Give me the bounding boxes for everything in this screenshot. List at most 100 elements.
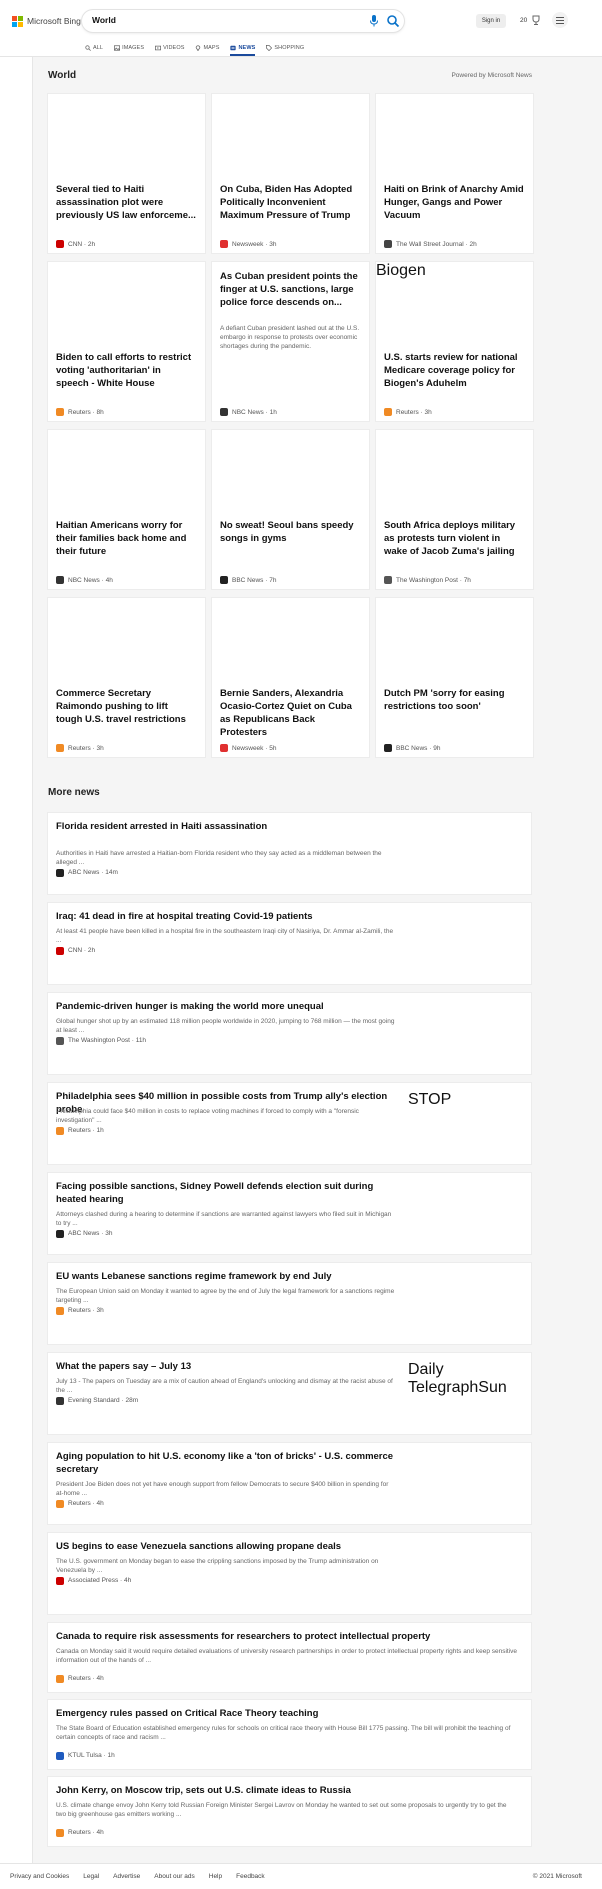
news-card-title[interactable]: Dutch PM 'sorry for easing restrictions … xyxy=(384,687,524,713)
more-news-item[interactable]: John Kerry, on Moscow trip, sets out U.S… xyxy=(48,1777,531,1846)
more-news-source[interactable]: Associated Press · 4h xyxy=(56,1576,131,1585)
more-news-title-text[interactable]: Canada to require risk assessments for r… xyxy=(56,1631,516,1644)
news-card-source[interactable]: Reuters · 3h xyxy=(56,743,104,753)
more-news-image[interactable] xyxy=(408,821,525,886)
footer-link[interactable]: Feedback xyxy=(236,1873,265,1880)
footer-link[interactable]: Privacy and Cookies xyxy=(10,1873,69,1880)
more-news-image[interactable] xyxy=(408,1181,525,1246)
flag-icon[interactable] xyxy=(11,148,22,159)
news-card-title[interactable]: On Cuba, Biden Has Adopted Politically I… xyxy=(220,183,360,222)
news-card-image[interactable] xyxy=(376,430,533,512)
news-card-image[interactable] xyxy=(48,430,205,512)
more-news-image[interactable] xyxy=(408,911,525,976)
more-news-image[interactable] xyxy=(408,1451,525,1516)
more-news-item[interactable]: Aging population to hit U.S. economy lik… xyxy=(48,1443,531,1524)
more-news-source[interactable]: Reuters · 4h xyxy=(56,1828,104,1837)
more-news-title-text[interactable]: Iraq: 41 dead in fire at hospital treati… xyxy=(56,911,396,924)
nav-tab-maps[interactable]: MAPS xyxy=(195,40,219,56)
more-news-item[interactable]: What the papers say – July 13 July 13 - T… xyxy=(48,1353,531,1434)
more-news-title-text[interactable]: Pandemic-driven hunger is making the wor… xyxy=(56,1001,396,1014)
card-icon[interactable] xyxy=(11,344,22,355)
news-card-source[interactable]: Newsweek · 3h xyxy=(220,239,276,249)
news-card[interactable]: Haiti on Brink of Anarchy Amid Hunger, G… xyxy=(376,94,533,253)
news-card-title[interactable]: Haiti on Brink of Anarchy Amid Hunger, G… xyxy=(384,183,524,222)
film-icon[interactable] xyxy=(11,288,22,299)
scale-icon[interactable] xyxy=(11,232,22,243)
news-card-image[interactable] xyxy=(376,94,533,176)
more-news-item[interactable]: Facing possible sanctions, Sidney Powell… xyxy=(48,1173,531,1254)
more-news-image[interactable]: Daily TelegraphSun xyxy=(408,1361,525,1426)
more-news-title-text[interactable]: EU wants Lebanese sanctions regime frame… xyxy=(56,1271,396,1284)
news-card-title[interactable]: U.S. starts review for national Medicare… xyxy=(384,351,524,390)
news-card[interactable]: On Cuba, Biden Has Adopted Politically I… xyxy=(212,94,369,253)
news-card-source[interactable]: Newsweek · 5h xyxy=(220,743,276,753)
search-input[interactable]: World xyxy=(82,10,404,32)
news-card-title[interactable]: Haitian Americans worry for their famili… xyxy=(56,519,196,558)
news-card[interactable]: Haitian Americans worry for their famili… xyxy=(48,430,205,589)
rewards-count[interactable]: 20 xyxy=(520,17,527,24)
news-card-title[interactable]: Bernie Sanders, Alexandria Ocasio-Cortez… xyxy=(220,687,360,739)
news-card[interactable]: Dutch PM 'sorry for easing restrictions … xyxy=(376,598,533,757)
more-news-image[interactable] xyxy=(408,1271,525,1336)
news-card-image[interactable] xyxy=(376,598,533,680)
more-news-source[interactable]: CNN · 2h xyxy=(56,946,95,955)
more-news-title-text[interactable]: Florida resident arrested in Haiti assas… xyxy=(56,821,396,834)
footer-link[interactable]: Help xyxy=(209,1873,222,1880)
more-news-item[interactable]: Emergency rules passed on Critical Race … xyxy=(48,1700,531,1769)
powered-by-label[interactable]: Powered by Microsoft News xyxy=(431,72,532,79)
news-card-source[interactable]: BBC News · 7h xyxy=(220,575,276,585)
news-card-image[interactable] xyxy=(212,598,369,680)
more-news-image[interactable] xyxy=(408,1001,525,1066)
more-news-source[interactable]: The Washington Post · 11h xyxy=(56,1036,146,1045)
news-card[interactable]: Several tied to Haiti assassination plot… xyxy=(48,94,205,253)
news-card[interactable]: No sweat! Seoul bans speedy songs in gym… xyxy=(212,430,369,589)
news-card-source[interactable]: Reuters · 3h xyxy=(384,407,432,417)
news-card[interactable]: As Cuban president points the finger at … xyxy=(212,262,369,421)
news-card[interactable]: Bernie Sanders, Alexandria Ocasio-Cortez… xyxy=(212,598,369,757)
news-card-source[interactable]: Reuters · 8h xyxy=(56,407,104,417)
discover-icon[interactable] xyxy=(11,120,22,131)
news-card-image[interactable] xyxy=(212,94,369,176)
footer-link[interactable]: Legal xyxy=(83,1873,99,1880)
more-news-source[interactable]: KTUL Tulsa · 1h xyxy=(56,1751,115,1760)
rewards-trophy-icon[interactable] xyxy=(530,14,542,26)
nav-tab-shopping[interactable]: SHOPPING xyxy=(266,40,304,56)
more-news-item[interactable]: Iraq: 41 dead in fire at hospital treati… xyxy=(48,903,531,984)
bing-logo[interactable]: Microsoft Bing xyxy=(12,14,81,28)
more-news-item[interactable]: Florida resident arrested in Haiti assas… xyxy=(48,813,531,894)
news-card-title[interactable]: Commerce Secretary Raimondo pushing to l… xyxy=(56,687,196,726)
news-card[interactable]: Commerce Secretary Raimondo pushing to l… xyxy=(48,598,205,757)
news-card-title[interactable]: Biden to call efforts to restrict voting… xyxy=(56,351,196,390)
more-news-source[interactable]: Evening Standard · 28m xyxy=(56,1396,138,1405)
nav-tab-videos[interactable]: VIDEOS xyxy=(155,40,184,56)
news-card[interactable]: Biden to call efforts to restrict voting… xyxy=(48,262,205,421)
footer-link[interactable]: Advertise xyxy=(113,1873,140,1880)
nav-tab-news[interactable]: NEWS xyxy=(230,40,256,56)
globe-icon[interactable] xyxy=(11,204,22,215)
nav-tab-all[interactable]: ALL xyxy=(85,40,103,56)
more-news-item[interactable]: US begins to ease Venezuela sanctions al… xyxy=(48,1533,531,1614)
news-card-source[interactable]: The Wall Street Journal · 2h xyxy=(384,239,477,249)
home-icon[interactable] xyxy=(11,94,22,105)
news-card-source[interactable]: NBC News · 1h xyxy=(220,407,277,417)
news-card-title[interactable]: No sweat! Seoul bans speedy songs in gym… xyxy=(220,519,360,545)
news-card-title[interactable]: South Africa deploys military as protest… xyxy=(384,519,524,558)
news-card-image[interactable] xyxy=(48,94,205,176)
nav-tab-images[interactable]: IMAGES xyxy=(114,40,144,56)
more-news-image[interactable]: STOP xyxy=(408,1091,525,1156)
more-news-source[interactable]: Reuters · 4h xyxy=(56,1499,104,1508)
news-card-source[interactable]: BBC News · 9h xyxy=(384,743,440,753)
more-news-item[interactable]: Canada to require risk assessments for r… xyxy=(48,1623,531,1692)
more-news-title-text[interactable]: Aging population to hit U.S. economy lik… xyxy=(56,1451,396,1476)
hamburger-menu-icon[interactable] xyxy=(552,12,568,28)
more-news-title-text[interactable]: John Kerry, on Moscow trip, sets out U.S… xyxy=(56,1785,516,1798)
bank-icon[interactable] xyxy=(11,316,22,327)
news-card-title[interactable]: As Cuban president points the finger at … xyxy=(220,270,360,309)
news-card-source[interactable]: NBC News · 4h xyxy=(56,575,113,585)
more-news-source[interactable]: ABC News · 3h xyxy=(56,1229,112,1238)
news-card[interactable]: Biogen U.S. starts review for national Me… xyxy=(376,262,533,421)
more-news-item[interactable]: Pandemic-driven hunger is making the wor… xyxy=(48,993,531,1074)
more-news-image[interactable] xyxy=(408,1541,525,1606)
news-card[interactable]: South Africa deploys military as protest… xyxy=(376,430,533,589)
news-card-image[interactable]: Biogen xyxy=(376,262,533,344)
